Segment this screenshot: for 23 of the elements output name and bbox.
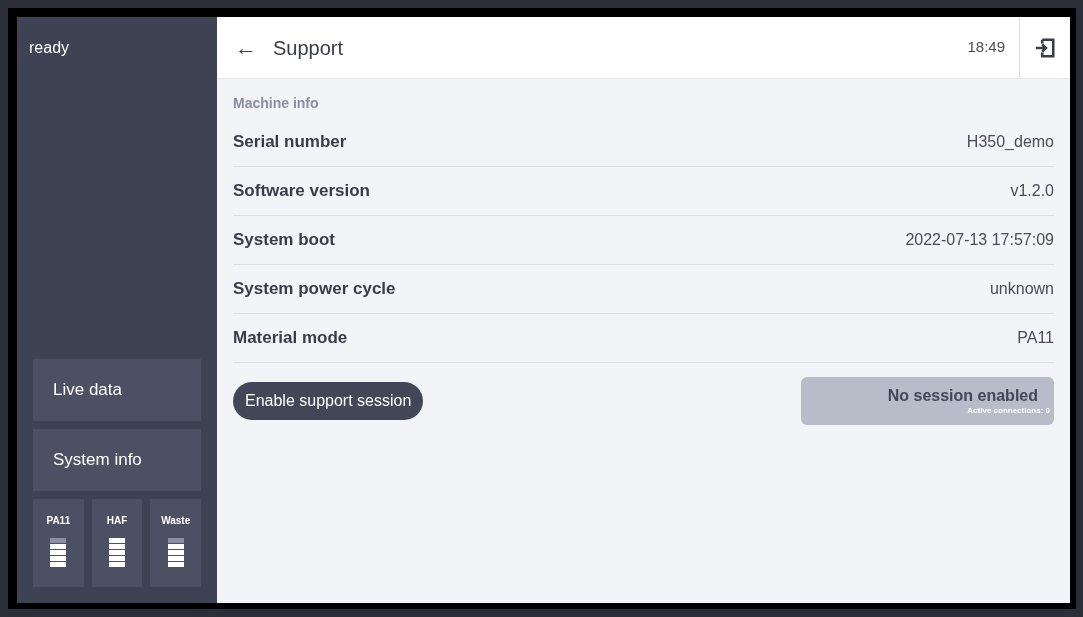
tank-label: PA11 (46, 514, 71, 528)
nav-button[interactable]: System info (33, 429, 201, 491)
status-text: ready (29, 38, 70, 58)
session-connections-text: Active connections: 0 (967, 406, 1050, 416)
row-value: H350_demo (966, 132, 1054, 152)
row-label: Serial number (233, 131, 347, 154)
session-status-title: No session enabled (887, 386, 1038, 406)
page-title: Support (273, 35, 344, 61)
row-label: Software version (233, 180, 370, 203)
row-value: v1.2.0 (1010, 181, 1054, 201)
section-title: Machine info (233, 94, 320, 113)
row-value: unknown (989, 279, 1054, 299)
enable-support-button[interactable]: Enable support session (233, 382, 424, 420)
row-label: System boot (233, 229, 336, 252)
row-label: Material mode (233, 327, 348, 350)
tank-label: HAF (106, 514, 128, 528)
nav-button[interactable]: Live data (33, 359, 201, 421)
row-value: 2022-07-13 17:57:09 (905, 230, 1054, 250)
tank-label: Waste (161, 514, 191, 528)
clock-text: 18:49 (967, 37, 1005, 58)
back-button[interactable]: ← (235, 31, 257, 64)
row-value: PA11 (1017, 328, 1054, 348)
row-label: System power cycle (233, 278, 396, 301)
